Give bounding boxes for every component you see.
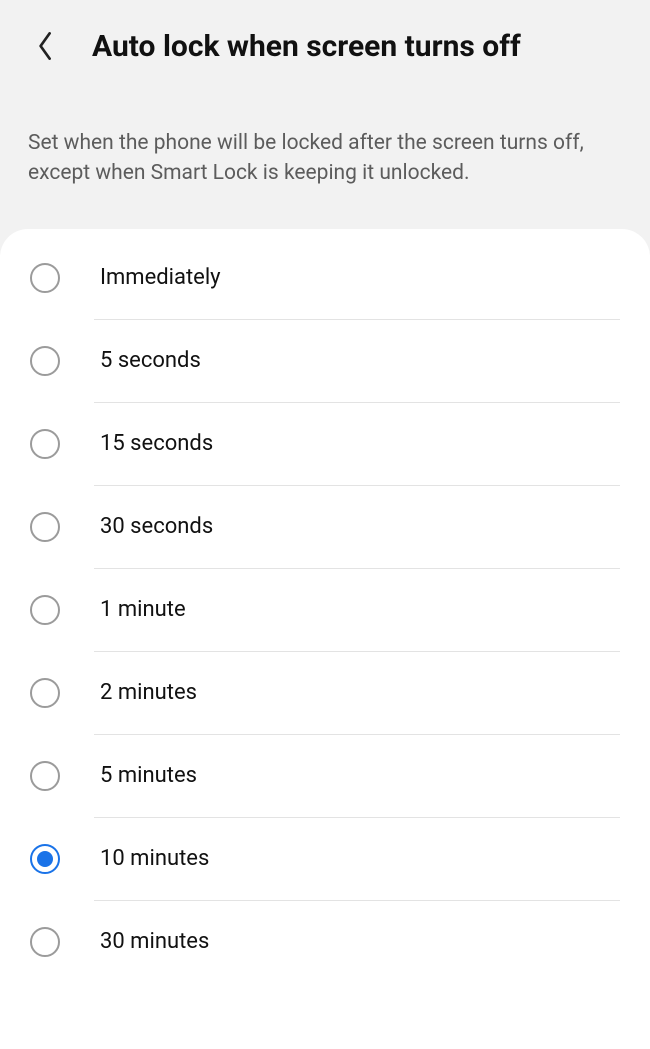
back-button[interactable] <box>28 28 64 64</box>
option-label: 15 seconds <box>100 431 213 456</box>
radio-button[interactable] <box>30 844 60 874</box>
chevron-left-icon <box>35 28 57 64</box>
radio-button[interactable] <box>30 927 60 957</box>
option-label: 30 minutes <box>100 929 209 954</box>
radio-button[interactable] <box>30 678 60 708</box>
option-label: 30 seconds <box>100 514 213 539</box>
option-row[interactable]: Immediately <box>30 237 620 319</box>
option-label: Immediately <box>100 265 221 290</box>
option-row[interactable]: 5 minutes <box>30 735 620 817</box>
option-row[interactable]: 2 minutes <box>30 652 620 734</box>
page-description: Set when the phone will be locked after … <box>0 82 650 229</box>
option-label: 5 minutes <box>100 763 197 788</box>
option-row[interactable]: 30 minutes <box>30 901 620 983</box>
option-row[interactable]: 30 seconds <box>30 486 620 568</box>
option-row[interactable]: 1 minute <box>30 569 620 651</box>
option-row[interactable]: 5 seconds <box>30 320 620 402</box>
option-label: 2 minutes <box>100 680 197 705</box>
option-label: 10 minutes <box>100 846 209 871</box>
radio-button[interactable] <box>30 595 60 625</box>
page-title: Auto lock when screen turns off <box>92 29 521 64</box>
radio-button[interactable] <box>30 512 60 542</box>
radio-dot-icon <box>37 851 53 867</box>
radio-button[interactable] <box>30 761 60 791</box>
options-list: Immediately 5 seconds 15 seconds 30 seconds… <box>0 229 650 1049</box>
radio-button[interactable] <box>30 263 60 293</box>
option-label: 5 seconds <box>100 348 201 373</box>
header: Auto lock when screen turns off <box>0 0 650 82</box>
radio-button[interactable] <box>30 429 60 459</box>
option-row[interactable]: 15 seconds <box>30 403 620 485</box>
radio-button[interactable] <box>30 346 60 376</box>
option-label: 1 minute <box>100 597 186 622</box>
option-row[interactable]: 10 minutes <box>30 818 620 900</box>
